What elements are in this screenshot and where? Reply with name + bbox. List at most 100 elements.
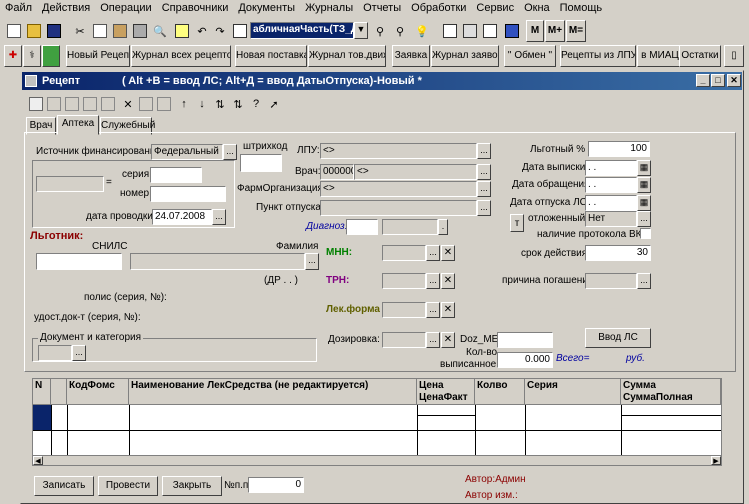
exchange-button[interactable]: '' Обмен ''	[504, 45, 556, 67]
binoculars-icon[interactable]: ⚲	[370, 21, 390, 41]
t-button[interactable]: т	[510, 214, 524, 232]
menu-operations[interactable]: Операции	[95, 0, 156, 16]
horizontal-scrollbar[interactable]: ◀ ▶	[33, 455, 721, 465]
menu-windows[interactable]: Окна	[519, 0, 555, 16]
scroll-left-icon[interactable]: ◀	[33, 456, 43, 465]
vk-protocol-checkbox[interactable]	[640, 228, 651, 239]
lpu-button[interactable]: ...	[477, 143, 491, 159]
quick-icon-3[interactable]	[42, 45, 60, 67]
request-date-field[interactable]: . .	[585, 177, 637, 193]
issue-date-field[interactable]: . .	[585, 160, 637, 176]
trn-button[interactable]: ...	[426, 273, 440, 289]
hint-bulb-icon[interactable]: 💡	[412, 21, 432, 41]
doctor-button[interactable]: ...	[477, 164, 491, 180]
posting-date-field[interactable]: 24.07.2008	[152, 209, 212, 225]
calendar-icon[interactable]	[440, 21, 460, 41]
save-button[interactable]: Записать	[34, 476, 94, 496]
to-miac-button[interactable]: в МИАЦ	[637, 45, 683, 67]
calc-icon[interactable]	[172, 21, 192, 41]
issue-date-calendar-icon[interactable]: ▦	[637, 160, 651, 176]
deferred-field[interactable]: Нет	[585, 211, 637, 227]
pointer-icon[interactable]: ➚	[264, 94, 284, 114]
enter-drug-button[interactable]: Ввод ЛС	[585, 328, 651, 348]
menu-processing[interactable]: Обработки	[406, 0, 471, 16]
menu-reports[interactable]: Отчеты	[358, 0, 406, 16]
menu-journals[interactable]: Журналы	[300, 0, 358, 16]
snils-field[interactable]	[36, 253, 122, 270]
diagnosis-code-field[interactable]	[346, 219, 378, 235]
col-n-header[interactable]: N	[33, 379, 51, 405]
validity-field[interactable]: 30	[585, 245, 651, 261]
open-folder-icon[interactable]	[24, 21, 44, 41]
move-down-icon[interactable]: ↓	[192, 94, 212, 114]
drug-table[interactable]: N КодФомс Наименование ЛекСредства (не р…	[32, 378, 722, 466]
maximize-icon[interactable]: □	[711, 74, 725, 87]
stock-button[interactable]: Остатки	[679, 45, 721, 67]
trn-field[interactable]	[382, 273, 426, 289]
quick-icon-1[interactable]: ✚	[4, 45, 22, 67]
new-recipe-button[interactable]: Новый Рецепт	[66, 45, 130, 67]
dosage-form-clear-icon[interactable]: ✕	[441, 302, 455, 318]
menu-help[interactable]: Помощь	[555, 0, 608, 16]
dosage-clear-icon[interactable]: ✕	[441, 332, 455, 348]
new-supply-button[interactable]: Новая поставка	[235, 45, 307, 67]
number-field[interactable]	[150, 186, 226, 202]
dispense-point-button[interactable]: ...	[477, 200, 491, 216]
dosage-field[interactable]	[382, 332, 426, 348]
memory-plus-button[interactable]: M+	[545, 20, 565, 42]
close-icon[interactable]: ✕	[727, 74, 741, 87]
object-combo[interactable]: абличнаяЧасть(ТЗ_Док)	[250, 22, 354, 39]
dosage-form-button[interactable]: ...	[426, 302, 440, 318]
col-flag-header[interactable]	[51, 379, 67, 405]
cut-icon[interactable]: ✂	[70, 21, 90, 41]
copy-icon[interactable]	[90, 21, 110, 41]
preferential-percent-field[interactable]: 100	[588, 141, 650, 157]
request-button[interactable]: Заявка	[392, 45, 430, 67]
dosage-button[interactable]: ...	[426, 332, 440, 348]
new-doc-icon[interactable]	[4, 21, 24, 41]
dispense-point-field[interactable]	[320, 200, 477, 216]
document-category-button[interactable]: ...	[72, 345, 86, 361]
col-qty-header[interactable]: Колво	[475, 379, 525, 405]
minimize-icon[interactable]: _	[696, 74, 710, 87]
dispense-date-calendar-icon[interactable]: ▦	[637, 195, 651, 211]
sort-asc-icon[interactable]: ⇅	[210, 94, 230, 114]
row-number-field[interactable]: 0	[248, 477, 304, 493]
surname-button[interactable]: ...	[305, 253, 319, 270]
book-icon[interactable]	[502, 21, 522, 41]
funding-source-button[interactable]: ...	[223, 144, 237, 160]
close-button[interactable]: Закрыть	[162, 476, 222, 496]
undo-icon[interactable]: ↶	[192, 21, 212, 41]
copy-row-icon[interactable]	[62, 94, 82, 114]
menu-service[interactable]: Сервис	[471, 0, 519, 16]
surname-field[interactable]	[130, 253, 305, 270]
mnn-field[interactable]	[382, 245, 426, 261]
pharm-org-button[interactable]: ...	[477, 181, 491, 197]
mnn-button[interactable]: ...	[426, 245, 440, 261]
post-button[interactable]: Провести	[98, 476, 158, 496]
scroll-right-icon[interactable]: ▶	[711, 456, 721, 465]
col-series-header[interactable]: Серия	[525, 379, 621, 405]
search-icon[interactable]: ⚲	[390, 21, 410, 41]
document-category-field[interactable]	[38, 345, 72, 361]
pharm-org-field[interactable]: <>	[320, 181, 477, 197]
help-icon[interactable]: ?	[246, 94, 266, 114]
menu-file[interactable]: Файл	[0, 0, 37, 16]
move-up-icon[interactable]: ↑	[174, 94, 194, 114]
delete-row-icon[interactable]: ✕	[118, 94, 138, 114]
goods-movement-journal-button[interactable]: Журнал тов.движ.	[308, 45, 386, 67]
all-recipes-journal-button[interactable]: Журнал всех рецептов	[131, 45, 231, 67]
doctor-field[interactable]: <>	[354, 164, 477, 180]
edit-icon[interactable]	[26, 94, 46, 114]
redemption-reason-button[interactable]: ...	[637, 273, 651, 289]
dosage-form-field[interactable]	[382, 302, 426, 318]
menu-actions[interactable]: Действия	[37, 0, 95, 16]
mark-delete-icon[interactable]	[136, 94, 156, 114]
request-date-calendar-icon[interactable]: ▦	[637, 177, 651, 193]
row-props-icon[interactable]	[80, 94, 100, 114]
lpu-field[interactable]: <>	[320, 143, 477, 159]
requests-journal-button[interactable]: Журнал заявок	[431, 45, 499, 67]
col-sum-header[interactable]: Сумма СуммаПолная	[621, 379, 721, 405]
col-price-header[interactable]: Цена ЦенаФакт	[417, 379, 475, 405]
doctor-code-field[interactable]: 000000	[320, 164, 354, 180]
